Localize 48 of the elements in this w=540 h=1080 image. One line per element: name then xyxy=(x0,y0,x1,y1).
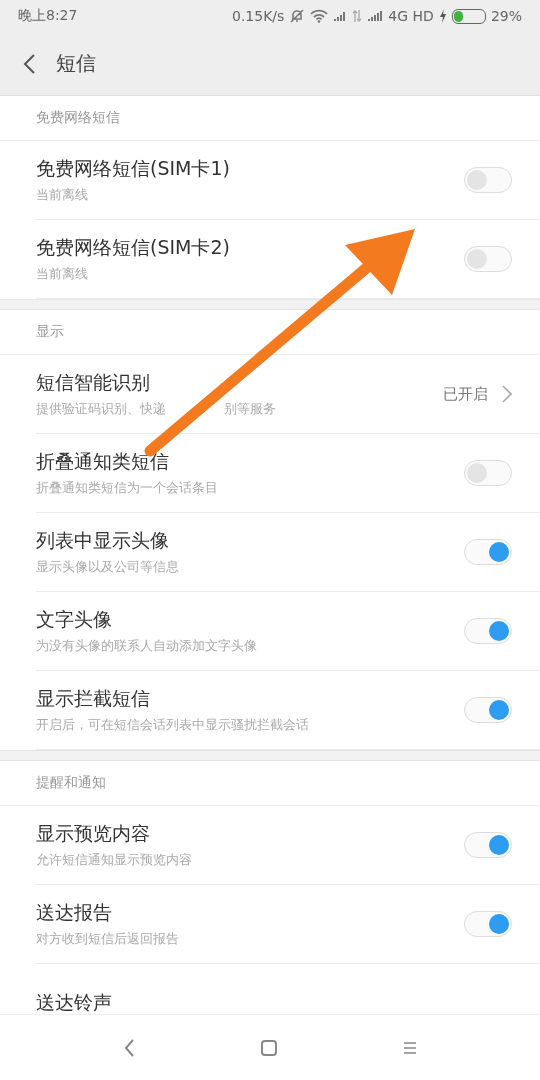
setting-title: 免费网络短信(SIM卡2) xyxy=(36,235,231,260)
signal-icon xyxy=(367,10,384,22)
toggle-switch[interactable] xyxy=(464,618,512,644)
toggle-switch[interactable] xyxy=(464,832,512,858)
toggle-switch[interactable] xyxy=(464,460,512,486)
setting-title: 显示拦截短信 xyxy=(36,686,151,711)
chevron-right-icon[interactable] xyxy=(502,385,512,403)
signal-icon xyxy=(333,10,348,22)
wifi-icon xyxy=(310,9,329,23)
setting-value: 已开启 xyxy=(443,384,488,404)
back-icon[interactable] xyxy=(122,1037,135,1058)
setting-description: 提供验证码识别、快递 xyxy=(36,400,166,418)
setting-description: 当前离线 xyxy=(36,186,89,204)
setting-description: 开启后，可在短信会话列表中显示骚扰拦截会话 xyxy=(36,716,310,734)
setting-title: 送达铃声 xyxy=(36,990,113,1014)
setting-description: 对方收到短信后返回报告 xyxy=(36,930,180,948)
toggle-switch[interactable] xyxy=(464,167,512,193)
setting-description: 允许短信通知显示预览内容 xyxy=(36,851,193,869)
menu-icon[interactable] xyxy=(403,1040,418,1055)
back-icon[interactable] xyxy=(22,52,36,75)
toggle-switch[interactable] xyxy=(464,697,512,723)
home-icon[interactable] xyxy=(260,1038,278,1057)
data-arrows-icon xyxy=(352,9,363,23)
section-title: 显示 xyxy=(0,310,540,355)
setting-title: 免费网络短信(SIM卡1) xyxy=(36,156,231,181)
section-title: 免费网络短信 xyxy=(0,96,540,141)
setting-description: 别等服务 xyxy=(224,400,276,418)
section-title: 提醒和通知 xyxy=(0,761,540,806)
bell-off-icon xyxy=(289,8,306,24)
setting-title: 文字头像 xyxy=(36,607,113,632)
status-time: 晚上8:27 xyxy=(18,7,78,25)
page-title: 短信 xyxy=(56,50,96,77)
network-type: 4G HD xyxy=(388,8,434,24)
setting-title: 显示预览内容 xyxy=(36,821,151,846)
setting-description: 为没有头像的联系人自动添加文字头像 xyxy=(36,637,258,655)
setting-title: 列表中显示头像 xyxy=(36,528,170,553)
setting-title: 折叠通知类短信 xyxy=(36,449,170,474)
toggle-switch[interactable] xyxy=(464,539,512,565)
setting-description: 当前离线 xyxy=(36,265,89,283)
network-speed: 0.15K/s xyxy=(232,8,285,24)
setting-title: 送达报告 xyxy=(36,900,113,925)
battery-icon xyxy=(451,8,486,24)
setting-description: 显示头像以及公司等信息 xyxy=(36,558,180,576)
toggle-switch[interactable] xyxy=(464,911,512,937)
charging-icon xyxy=(438,9,447,23)
toggle-switch[interactable] xyxy=(464,246,512,272)
battery-percent: 29% xyxy=(490,8,522,24)
setting-title: 短信智能识别 xyxy=(36,370,151,395)
